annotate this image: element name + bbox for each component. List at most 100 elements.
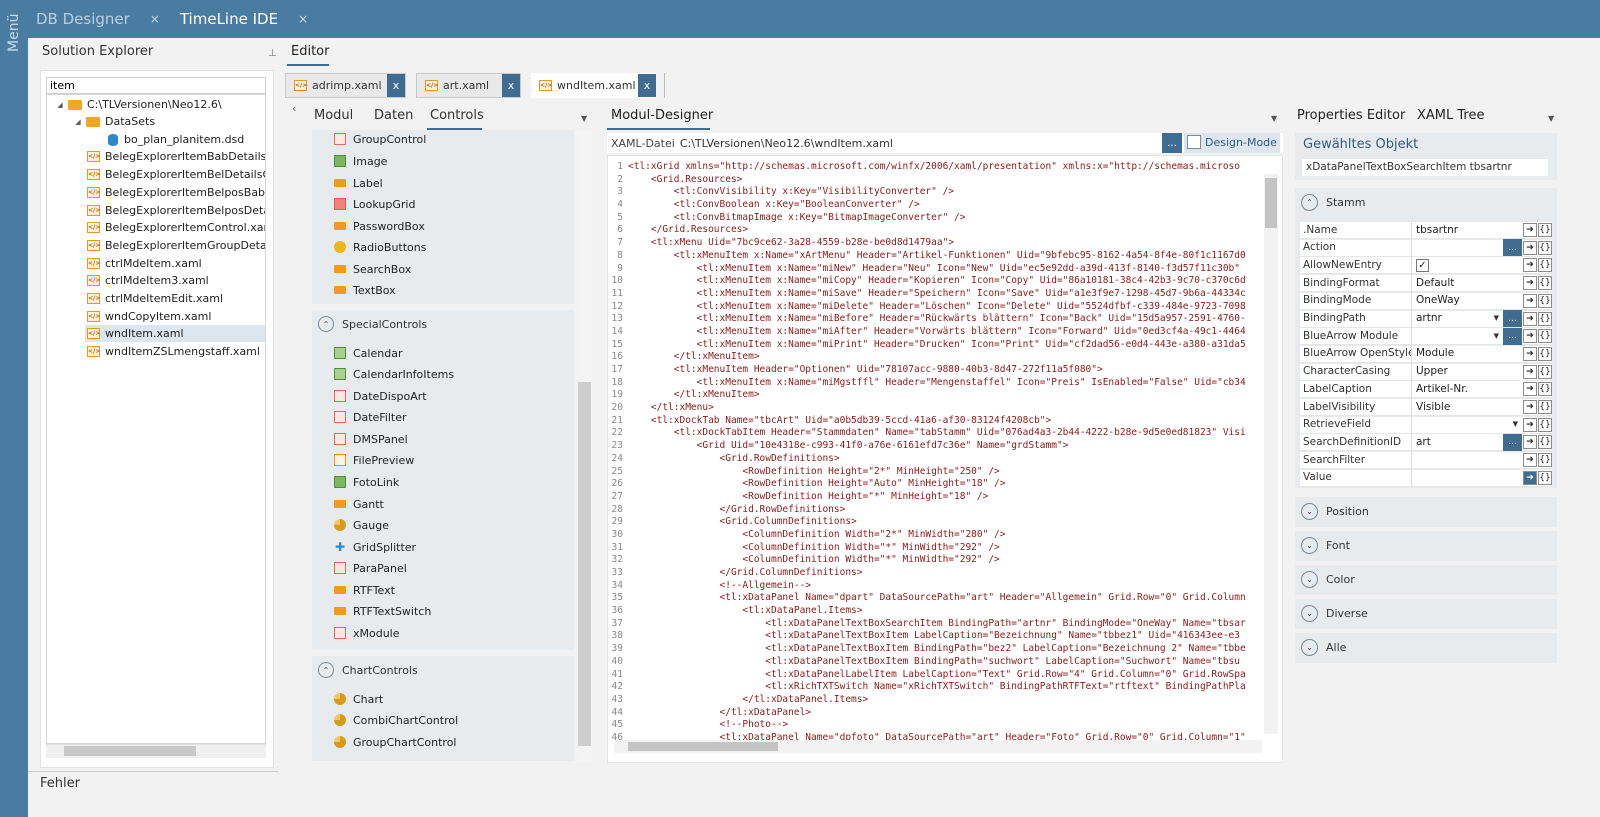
property-value[interactable]: Upper	[1411, 363, 1522, 381]
code-line[interactable]: 18 <tl:xMenuItem x:Name="miMgstffl" Head…	[608, 377, 1266, 390]
tree-node[interactable]: </> BelegExplorerItemBelDetailsCor	[87, 166, 265, 183]
browse-button[interactable]: ...	[1162, 133, 1182, 153]
binding-braces-icon[interactable]: {}	[1538, 453, 1552, 468]
binding-braces-icon[interactable]: {}	[1538, 417, 1552, 432]
arrow-right-icon[interactable]: ➔	[1523, 240, 1537, 255]
toolbox-item[interactable]: Calendar	[334, 344, 402, 362]
editor-title[interactable]: Editor	[291, 44, 329, 59]
property-value[interactable]: artnr ▼	[1411, 310, 1503, 327]
code-line[interactable]: 27 <RowDefinition Height="*" MinHeight="…	[608, 491, 1266, 504]
errors-panel-label[interactable]: Fehler	[40, 776, 80, 791]
toolbox-item[interactable]: GroupControl	[334, 130, 426, 148]
toolbox-item[interactable]: RadioButtons	[334, 238, 427, 256]
property-row[interactable]: LabelVisibility Visible ➔{}	[1300, 398, 1552, 416]
property-value[interactable]: ▼	[1411, 416, 1522, 434]
property-row[interactable]: RetrieveField ▼ ➔{}	[1300, 416, 1552, 434]
property-row[interactable]: BindingMode OneWay ➔{}	[1300, 292, 1552, 310]
code-line[interactable]: 35 <tl:xDataPanel Name="dpart" DataSourc…	[608, 592, 1266, 605]
code-line[interactable]: 44 </tl:xDataPanel>	[608, 707, 1266, 720]
toolbox-item[interactable]: FilePreview	[334, 451, 414, 469]
property-row[interactable]: BlueArrow Module ▼... ➔{}	[1300, 327, 1552, 346]
scrollbar-thumb[interactable]	[628, 742, 778, 751]
toolbox-item[interactable]: Gantt	[334, 495, 384, 513]
section-header[interactable]: ⌄ Position	[1301, 503, 1369, 520]
toolbox-tab-controls[interactable]: Controls	[430, 108, 484, 123]
chevron-down-icon[interactable]: ⌄	[1301, 571, 1318, 588]
binding-braces-icon[interactable]: {}	[1538, 329, 1552, 344]
toolbox-item[interactable]: Chart	[334, 690, 383, 708]
toolbox-item[interactable]: PasswordBox	[334, 217, 425, 235]
property-row[interactable]: LabelCaption Artikel-Nr. ➔{}	[1300, 380, 1552, 399]
toolbox-item[interactable]: ✚ GridSplitter	[334, 538, 416, 556]
chevron-up-icon[interactable]: ⌃	[318, 662, 334, 678]
chevron-up-icon[interactable]: ⌃	[1301, 194, 1318, 211]
code-line[interactable]: 41 <tl:xDataPanelLabelItem LabelCaption=…	[608, 669, 1266, 682]
code-line[interactable]: 20 </tl:xMenu>	[608, 402, 1266, 415]
code-line[interactable]: 4 <tl:ConvBoolean x:Key="BooleanConverte…	[608, 199, 1266, 212]
property-row[interactable]: BindingFormat Default ➔{}	[1300, 274, 1552, 293]
code-editor[interactable]: 1 <tl:xGrid xmlns="http://schemas.microso…	[607, 155, 1283, 763]
property-row[interactable]: SearchFilter ➔{}	[1300, 451, 1552, 470]
property-row[interactable]: CharacterCasing Upper ➔{}	[1300, 363, 1552, 381]
section-header[interactable]: ⌄ Alle	[1301, 639, 1346, 656]
code-line[interactable]: 6 </Grid.Resources>	[608, 224, 1266, 237]
app-tab-db-designer[interactable]: DB Designer ×	[28, 0, 170, 38]
menu-rail[interactable]	[0, 0, 28, 817]
scrollbar-thumb[interactable]	[1265, 178, 1277, 228]
property-value[interactable]: Module	[1411, 345, 1522, 363]
app-tab-timeline-ide[interactable]: TimeLine IDE ×	[170, 0, 318, 38]
close-icon[interactable]: ×	[298, 12, 308, 26]
code-line[interactable]: 22 <tl:xDockTabItem Header="Stammdaten" …	[608, 427, 1266, 440]
binding-braces-icon[interactable]: {}	[1538, 382, 1552, 397]
code-line[interactable]: 24 <Grid.RowDefinitions>	[608, 453, 1266, 466]
tree-node[interactable]: ◢ C:\TLVersionen\Neo12.6\	[55, 96, 221, 113]
browse-button[interactable]: ...	[1503, 239, 1522, 257]
binding-braces-icon[interactable]: {}	[1538, 276, 1552, 291]
chevron-down-icon[interactable]: ▼	[1494, 328, 1499, 345]
property-row[interactable]: SearchDefinitionID art... ➔{}	[1300, 433, 1552, 452]
browse-button[interactable]: ...	[1503, 310, 1522, 327]
code-line[interactable]: 1 <tl:xGrid xmlns="http://schemas.microso…	[608, 161, 1266, 174]
code-line[interactable]: 32 <ColumnDefinition Width="*" MinWidth=…	[608, 554, 1266, 567]
binding-braces-icon[interactable]: {}	[1538, 258, 1552, 273]
tree-node[interactable]: bo_plan_planitem.dsd	[108, 131, 244, 148]
code-line[interactable]: 5 <tl:ConvBitmapImage x:Key="BitmapImage…	[608, 212, 1266, 225]
binding-braces-icon[interactable]: {}	[1538, 311, 1552, 326]
toolbox-item[interactable]: Gauge	[334, 516, 389, 534]
stamm-header[interactable]: ⌃ Stamm	[1301, 194, 1365, 211]
code-line[interactable]: 13 <tl:xMenuItem x:Name="miBefore" Heade…	[608, 313, 1266, 326]
chevron-down-icon[interactable]: ⌄	[1301, 639, 1318, 656]
tree-node-selected[interactable]: </> wndItem.xaml	[85, 325, 265, 342]
browse-button[interactable]: ...	[1503, 327, 1522, 345]
code-line[interactable]: 11 <tl:xMenuItem x:Name="miSave" Header=…	[608, 288, 1266, 301]
property-row[interactable]: Value ➔{}	[1300, 469, 1552, 487]
tree-node[interactable]: </> ctrlMdeItem3.xaml	[87, 272, 209, 289]
toolbox-item[interactable]: ParaPanel	[334, 559, 407, 577]
arrow-right-icon[interactable]: ➔	[1523, 435, 1537, 450]
code-line[interactable]: 8 <tl:xMenuItem x:Name="xArtMenu" Header…	[608, 250, 1266, 263]
code-vertical-scrollbar[interactable]	[1264, 174, 1278, 734]
arrow-right-icon[interactable]: ➔	[1523, 470, 1537, 485]
code-line[interactable]: 25 <RowDefinition Height="2*" MinHeight=…	[608, 466, 1266, 479]
close-tab-button[interactable]: x	[387, 74, 405, 97]
binding-braces-icon[interactable]: {}	[1538, 223, 1552, 237]
code-line[interactable]: 29 <Grid.ColumnDefinitions>	[608, 516, 1266, 529]
code-line[interactable]: 12 <tl:xMenuItem x:Name="miDelete" Heade…	[608, 301, 1266, 314]
chevron-down-icon[interactable]: ⌄	[1301, 537, 1318, 554]
code-line[interactable]: 10 <tl:xMenuItem x:Name="miCopy" Header=…	[608, 275, 1266, 288]
property-value[interactable]: ▼	[1411, 327, 1503, 345]
toolbox-tab-modul[interactable]: Modul	[314, 108, 353, 123]
toolbox-item[interactable]: Label	[334, 174, 383, 192]
code-line[interactable]: 38 <tl:xDataPanelTextBoxItem LabelCaptio…	[608, 630, 1266, 643]
section-header[interactable]: ⌄ Diverse	[1301, 605, 1368, 622]
property-value[interactable]	[1411, 239, 1503, 257]
expand-icon[interactable]: ◢	[73, 118, 83, 126]
code-line[interactable]: 34 <!--Allgemein-->	[608, 580, 1266, 593]
property-value[interactable]: Visible	[1411, 398, 1522, 416]
property-value[interactable]: Artikel-Nr.	[1411, 380, 1522, 398]
arrow-right-icon[interactable]: ➔	[1523, 346, 1537, 361]
code-line[interactable]: 40 <tl:xDataPanelTextBoxItem BindingPath…	[608, 656, 1266, 669]
code-line[interactable]: 39 <tl:xDataPanelTextBoxItem BindingPath…	[608, 643, 1266, 656]
property-value[interactable]	[1411, 469, 1522, 487]
binding-braces-icon[interactable]: {}	[1538, 400, 1552, 414]
